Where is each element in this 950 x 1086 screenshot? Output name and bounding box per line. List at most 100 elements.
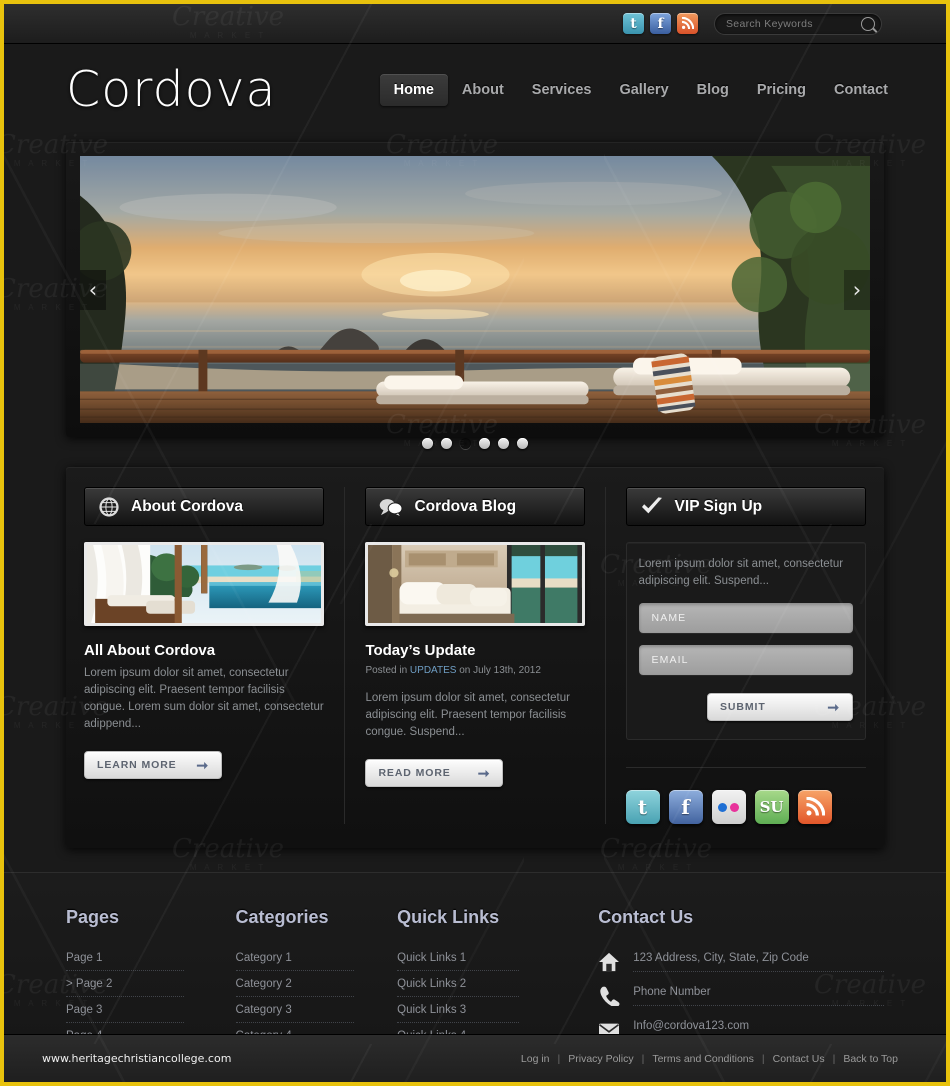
hero-slide: ‹ › bbox=[80, 156, 870, 423]
bottom-link-contact-us[interactable]: Contact Us bbox=[773, 1053, 825, 1065]
panel-vip-header: VIP Sign Up bbox=[625, 487, 866, 526]
blog-thumbnail[interactable] bbox=[365, 542, 585, 626]
read-more-label: READ MORE bbox=[378, 767, 451, 779]
nav-item-contact[interactable]: Contact bbox=[820, 74, 902, 106]
content-panels: About Cordova All About Cordova Lorem ip… bbox=[66, 467, 884, 848]
contact-phone-text: Phone Number bbox=[633, 986, 884, 1006]
nav-item-services[interactable]: Services bbox=[518, 74, 606, 106]
footer-link-quick-1[interactable]: Quick Links 1 bbox=[397, 952, 520, 971]
flickr-icon[interactable] bbox=[711, 790, 746, 824]
bottom-link-log-in[interactable]: Log in bbox=[521, 1053, 550, 1065]
blog-article-meta: Posted in UPDATES on July 13th, 2012 bbox=[365, 665, 584, 676]
footer-column-pages: Pages Page 1 > Page 2 Page 3 Page 4 bbox=[66, 907, 236, 1055]
twitter-icon[interactable]: t bbox=[625, 790, 660, 824]
facebook-icon[interactable]: f bbox=[668, 790, 703, 824]
flickr-dots bbox=[718, 802, 740, 812]
learn-more-label: LEARN MORE bbox=[97, 759, 177, 771]
blog-article-body: Lorem ipsum dolor sit amet, consectetur … bbox=[365, 692, 570, 738]
arrow-right-icon: ➞ bbox=[196, 757, 209, 773]
nav-item-pricing[interactable]: Pricing bbox=[743, 74, 820, 106]
vip-submit-row: SUBMIT ➞ bbox=[639, 687, 853, 721]
footer-link-category-3[interactable]: Category 3 bbox=[235, 1004, 354, 1023]
footer-link-page-3[interactable]: Page 3 bbox=[66, 1004, 184, 1023]
slider-dot-4[interactable] bbox=[479, 438, 490, 449]
about-thumbnail[interactable] bbox=[84, 542, 325, 626]
slider-dot-6[interactable] bbox=[517, 438, 528, 449]
nav-item-blog[interactable]: Blog bbox=[683, 74, 743, 106]
nav-item-gallery[interactable]: Gallery bbox=[605, 74, 682, 106]
arrow-right-icon: ➞ bbox=[477, 765, 491, 781]
vip-email-input[interactable] bbox=[638, 645, 853, 675]
slider-dot-2[interactable] bbox=[441, 438, 452, 449]
footer-heading-categories: Categories bbox=[235, 907, 329, 927]
about-article-title: All About Cordova bbox=[84, 642, 216, 659]
slider-prev-button[interactable]: ‹ bbox=[80, 269, 106, 310]
home-icon bbox=[599, 952, 620, 972]
contact-row-address: 123 Address, City, State, Zip Code bbox=[598, 952, 884, 978]
rss-icon[interactable] bbox=[797, 790, 832, 824]
vip-social-links: t f SU bbox=[625, 767, 866, 824]
footer-column-contact: Contact Us 123 Address, City, State, Zip… bbox=[598, 907, 884, 1055]
bottom-separator: | bbox=[761, 1052, 765, 1065]
footer-link-page-2[interactable]: > Page 2 bbox=[66, 978, 184, 997]
vip-submit-button[interactable]: SUBMIT ➞ bbox=[706, 693, 853, 721]
search-icon[interactable] bbox=[861, 16, 875, 31]
blog-meta-suffix: on July 13th, 2012 bbox=[459, 665, 541, 676]
hero-slider: ‹ › bbox=[66, 142, 884, 437]
panel-blog-header: Cordova Blog bbox=[365, 487, 585, 526]
blog-article-title: Today’s Update bbox=[365, 642, 476, 659]
stumbleupon-icon[interactable]: SU bbox=[754, 790, 789, 824]
footer-columns: Pages Page 1 > Page 2 Page 3 Page 4 Cate… bbox=[66, 907, 884, 1055]
slider-next-button[interactable]: › bbox=[844, 269, 870, 310]
checkmark-icon bbox=[641, 496, 662, 513]
page-frame: t f Cordova Home About Services Gallery … bbox=[0, 0, 950, 1086]
footer-heading-pages: Pages bbox=[66, 907, 120, 927]
hero-slider-wrapper: ‹ › bbox=[66, 142, 884, 449]
twitter-icon[interactable]: t bbox=[623, 13, 644, 34]
panel-blog-title: Cordova Blog bbox=[414, 497, 517, 515]
footer-link-category-1[interactable]: Category 1 bbox=[235, 952, 354, 971]
read-more-button[interactable]: READ MORE ➞ bbox=[365, 759, 504, 787]
footer-column-quick-links: Quick Links Quick Links 1 Quick Links 2 … bbox=[397, 907, 598, 1055]
contact-row-phone: Phone Number bbox=[598, 986, 884, 1012]
bottom-link-terms[interactable]: Terms and Conditions bbox=[652, 1053, 754, 1065]
blog-meta-category[interactable]: UPDATES bbox=[410, 665, 457, 676]
bottom-bar: www.heritagechristiancollege.com Log in … bbox=[4, 1034, 946, 1082]
nav-item-home[interactable]: Home bbox=[379, 74, 448, 106]
globe-icon bbox=[99, 496, 119, 517]
vip-submit-label: SUBMIT bbox=[719, 701, 766, 713]
rss-icon[interactable] bbox=[677, 13, 698, 34]
site-url-label: www.heritagechristiancollege.com bbox=[42, 1052, 232, 1065]
footer-link-page-1[interactable]: Page 1 bbox=[66, 952, 184, 971]
top-utility-bar: t f bbox=[4, 4, 946, 44]
blog-meta-prefix: Posted in bbox=[365, 665, 408, 676]
panel-about-title: About Cordova bbox=[131, 497, 243, 515]
footer-link-quick-2[interactable]: Quick Links 2 bbox=[397, 978, 520, 997]
footer-link-category-2[interactable]: Category 2 bbox=[235, 978, 354, 997]
slider-dot-5[interactable] bbox=[498, 438, 509, 449]
footer-heading-contact: Contact Us bbox=[598, 907, 694, 927]
slider-dot-1[interactable] bbox=[422, 438, 433, 449]
vip-name-input[interactable] bbox=[638, 603, 853, 633]
search-input[interactable] bbox=[726, 17, 861, 30]
bottom-separator: | bbox=[641, 1052, 645, 1065]
blog-thumbnail-image bbox=[368, 545, 582, 623]
facebook-icon[interactable]: f bbox=[650, 13, 671, 34]
bottom-links: Log in | Privacy Policy | Terms and Cond… bbox=[521, 1053, 898, 1065]
footer-link-quick-3[interactable]: Quick Links 3 bbox=[397, 1004, 520, 1023]
bottom-separator: | bbox=[832, 1052, 836, 1065]
search-box[interactable] bbox=[714, 12, 882, 35]
nav-item-about[interactable]: About bbox=[448, 74, 518, 106]
vip-description: Lorem ipsum dolor sit amet, consectetur … bbox=[638, 558, 844, 587]
site-header: Cordova Home About Services Gallery Blog… bbox=[4, 44, 946, 134]
panel-blog: Cordova Blog Today’s Update Posted in UP… bbox=[344, 487, 606, 824]
slider-dot-3[interactable] bbox=[460, 438, 471, 449]
site-logo[interactable]: Cordova bbox=[66, 61, 277, 118]
bottom-link-back-to-top[interactable]: Back to Top bbox=[843, 1053, 898, 1065]
learn-more-button[interactable]: LEARN MORE ➞ bbox=[84, 751, 222, 779]
speech-bubbles-icon bbox=[380, 498, 403, 517]
main-navigation: Home About Services Gallery Blog Pricing… bbox=[379, 74, 902, 106]
arrow-right-icon: ➞ bbox=[827, 699, 840, 715]
panel-about: About Cordova All About Cordova Lorem ip… bbox=[84, 487, 344, 824]
bottom-link-privacy-policy[interactable]: Privacy Policy bbox=[568, 1053, 633, 1065]
